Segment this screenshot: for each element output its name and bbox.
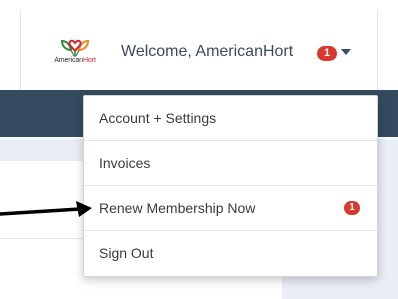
menu-item-label: Renew Membership Now [99, 200, 256, 216]
caret-down-icon[interactable] [341, 49, 351, 55]
menu-item-invoices[interactable]: Invoices [84, 141, 377, 186]
menu-item-label: Account + Settings [99, 110, 217, 126]
left-content-card [0, 238, 92, 299]
logo-text-hort: Hort [82, 57, 96, 64]
logo-text-american: American [54, 57, 83, 64]
welcome-user-menu[interactable]: Welcome, AmericanHort [121, 42, 293, 62]
menu-item-account-settings[interactable]: Account + Settings [84, 96, 377, 141]
americanhort-logo[interactable]: AmericanHort [46, 38, 104, 68]
americanhort-logo-icon [60, 39, 90, 57]
user-dropdown-menu: Account + Settings Invoices Renew Member… [83, 95, 378, 277]
menu-item-renew-membership[interactable]: Renew Membership Now 1 [84, 186, 377, 231]
menu-item-label: Sign Out [99, 245, 154, 261]
menu-item-sign-out[interactable]: Sign Out [84, 231, 377, 276]
renew-notification-badge: 1 [344, 201, 360, 215]
notification-badge[interactable]: 1 [317, 46, 337, 61]
logo-wordmark: AmericanHort [46, 57, 104, 65]
arrow-right-icon [0, 201, 92, 217]
menu-item-label: Invoices [99, 155, 151, 171]
content-strip [0, 139, 92, 161]
